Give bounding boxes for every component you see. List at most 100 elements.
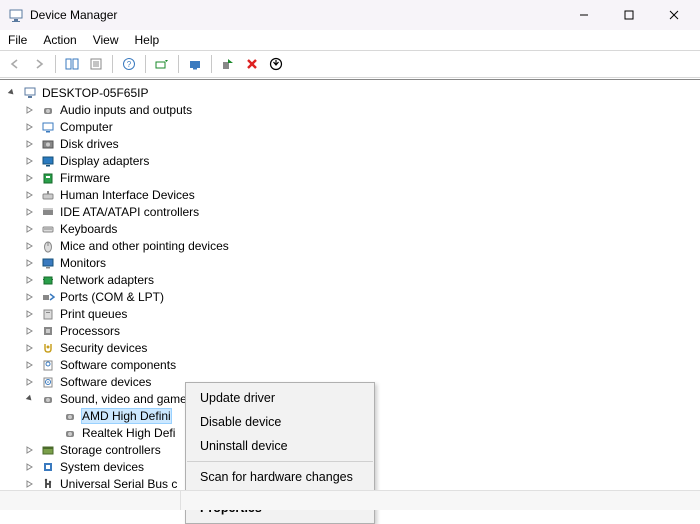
category-icon — [40, 187, 56, 203]
category-label: IDE ATA/ATAPI controllers — [60, 205, 199, 219]
tree-category[interactable]: Print queues — [4, 305, 698, 322]
tree-category[interactable]: Firmware — [4, 169, 698, 186]
category-icon — [40, 306, 56, 322]
category-label: Mice and other pointing devices — [60, 239, 229, 253]
menu-view[interactable]: View — [93, 33, 119, 47]
tree-category[interactable]: Network adapters — [4, 271, 698, 288]
close-button[interactable] — [651, 1, 696, 29]
chevron-icon[interactable] — [24, 172, 36, 184]
tree-category[interactable]: Software components — [4, 356, 698, 373]
computer-icon — [22, 85, 38, 101]
uninstall-device-button[interactable] — [241, 53, 263, 75]
audio-device-icon — [62, 408, 78, 424]
tree-category[interactable]: Security devices — [4, 339, 698, 356]
category-icon — [40, 442, 56, 458]
tree-root[interactable]: DESKTOP-05F65IP — [4, 84, 698, 101]
forward-button[interactable] — [28, 53, 50, 75]
chevron-icon[interactable] — [24, 325, 36, 337]
category-icon — [40, 136, 56, 152]
menu-action[interactable]: Action — [43, 33, 76, 47]
chevron-down-icon[interactable] — [6, 87, 18, 99]
update-driver-button[interactable] — [151, 53, 173, 75]
category-icon — [40, 374, 56, 390]
svg-text:?: ? — [127, 60, 132, 69]
chevron-icon[interactable] — [24, 393, 36, 405]
category-label: Disk drives — [60, 137, 119, 151]
tree-category[interactable]: IDE ATA/ATAPI controllers — [4, 203, 698, 220]
tree-category[interactable]: Audio inputs and outputs — [4, 101, 698, 118]
tree-category[interactable]: Disk drives — [4, 135, 698, 152]
category-label: Computer — [60, 120, 113, 134]
category-icon — [40, 170, 56, 186]
cm-separator — [187, 461, 373, 462]
category-icon — [40, 102, 56, 118]
category-icon — [40, 238, 56, 254]
chevron-icon[interactable] — [24, 291, 36, 303]
device-label-amd: AMD High Defini — [82, 409, 171, 423]
back-button[interactable] — [4, 53, 26, 75]
category-icon — [40, 221, 56, 237]
tree-category[interactable]: Mice and other pointing devices — [4, 237, 698, 254]
chevron-icon[interactable] — [24, 104, 36, 116]
category-icon — [40, 153, 56, 169]
device-label-realtek: Realtek High Defi — [82, 426, 175, 440]
category-label: Ports (COM & LPT) — [60, 290, 164, 304]
chevron-icon[interactable] — [24, 461, 36, 473]
chevron-icon[interactable] — [24, 359, 36, 371]
enable-device-button[interactable] — [217, 53, 239, 75]
category-label: Monitors — [60, 256, 106, 270]
statusbar — [0, 490, 700, 510]
category-icon — [40, 272, 56, 288]
category-label: Processors — [60, 324, 120, 338]
tree-category[interactable]: Processors — [4, 322, 698, 339]
cm-disable-device[interactable]: Disable device — [186, 410, 374, 434]
help-button[interactable]: ? — [118, 53, 140, 75]
chevron-icon[interactable] — [24, 274, 36, 286]
tree-root-label: DESKTOP-05F65IP — [42, 86, 149, 100]
category-icon — [40, 391, 56, 407]
chevron-icon[interactable] — [24, 257, 36, 269]
tree-category[interactable]: Monitors — [4, 254, 698, 271]
chevron-icon[interactable] — [24, 189, 36, 201]
category-label: Keyboards — [60, 222, 117, 236]
tree-category[interactable]: Display adapters — [4, 152, 698, 169]
cm-update-driver[interactable]: Update driver — [186, 386, 374, 410]
chevron-icon[interactable] — [24, 478, 36, 490]
menu-file[interactable]: File — [8, 33, 27, 47]
tree-category[interactable]: Human Interface Devices — [4, 186, 698, 203]
cm-uninstall-device[interactable]: Uninstall device — [186, 434, 374, 458]
tree-category[interactable]: Ports (COM & LPT) — [4, 288, 698, 305]
category-icon — [40, 459, 56, 475]
chevron-icon[interactable] — [24, 308, 36, 320]
chevron-icon[interactable] — [24, 138, 36, 150]
app-icon — [8, 7, 24, 23]
category-label: Universal Serial Bus c — [60, 477, 177, 491]
tree-category[interactable]: Computer — [4, 118, 698, 135]
tree-category[interactable]: Keyboards — [4, 220, 698, 237]
toolbar: ? — [0, 50, 700, 78]
category-label: Firmware — [60, 171, 110, 185]
chevron-icon[interactable] — [24, 155, 36, 167]
chevron-icon[interactable] — [24, 444, 36, 456]
chevron-icon[interactable] — [24, 223, 36, 235]
disable-device-button[interactable] — [265, 53, 287, 75]
properties-button[interactable] — [85, 53, 107, 75]
menu-help[interactable]: Help — [135, 33, 160, 47]
scan-hardware-button[interactable] — [184, 53, 206, 75]
chevron-icon[interactable] — [24, 206, 36, 218]
chevron-icon[interactable] — [24, 376, 36, 388]
menubar: File Action View Help — [0, 30, 700, 50]
chevron-icon[interactable] — [24, 342, 36, 354]
category-icon — [40, 323, 56, 339]
chevron-icon[interactable] — [24, 240, 36, 252]
category-label: Storage controllers — [60, 443, 161, 457]
chevron-icon[interactable] — [24, 121, 36, 133]
category-icon — [40, 289, 56, 305]
category-label: Software components — [60, 358, 176, 372]
maximize-button[interactable] — [606, 1, 651, 29]
category-label: Audio inputs and outputs — [60, 103, 192, 117]
cm-scan-hardware[interactable]: Scan for hardware changes — [186, 465, 374, 489]
category-icon — [40, 119, 56, 135]
show-hide-tree-button[interactable] — [61, 53, 83, 75]
minimize-button[interactable] — [561, 1, 606, 29]
